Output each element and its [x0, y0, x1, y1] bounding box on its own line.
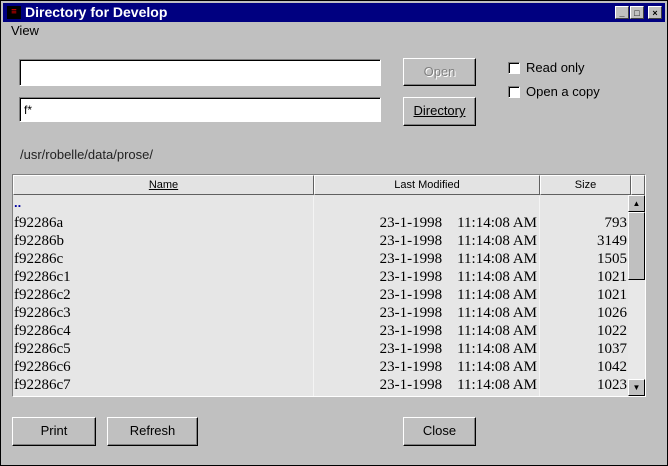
open-button[interactable]: Open — [403, 58, 476, 86]
file-name: f92286c6 — [14, 359, 71, 375]
close-button[interactable]: Close — [403, 417, 476, 446]
read-only-label: Read only — [526, 60, 585, 75]
close-window-button[interactable]: × — [648, 6, 662, 19]
file-modified: 23-1-1998 11:14:08 AM — [379, 323, 537, 339]
file-size: 1021 — [597, 287, 627, 303]
read-only-checkbox[interactable] — [508, 61, 520, 74]
menu-view[interactable]: View — [11, 23, 39, 38]
file-name: f92286c — [14, 251, 64, 267]
file-modified: 23-1-1998 11:14:08 AM — [379, 305, 537, 321]
column-header-spacer — [631, 175, 645, 195]
column-header-size[interactable]: Size — [540, 175, 631, 195]
vertical-scrollbar[interactable]: ▲ ▼ — [628, 195, 645, 396]
file-name: f92286a — [14, 215, 64, 231]
scroll-down-icon[interactable]: ▼ — [628, 379, 645, 396]
file-size: 1505 — [597, 251, 627, 267]
file-size: 3149 — [597, 233, 627, 249]
app-icon: ≡ — [7, 6, 21, 19]
table-row[interactable]: f92286c1 23-1-1998 11:14:08 AM 1021 — [13, 268, 629, 286]
file-size: 1023 — [597, 377, 627, 393]
column-header-name[interactable]: Name — [13, 175, 314, 195]
file-size: 1022 — [597, 323, 627, 339]
file-size: 1037 — [597, 341, 627, 357]
file-modified: 23-1-1998 11:14:08 AM — [379, 233, 537, 249]
file-name: .. — [14, 195, 22, 210]
file-name: f92286c7 — [14, 377, 71, 393]
table-row[interactable]: f92286b 23-1-1998 11:14:08 AM 3149 — [13, 232, 629, 250]
file-modified: 23-1-1998 11:14:08 AM — [379, 215, 537, 231]
menu-bar: View — [11, 23, 39, 38]
filename-input[interactable] — [19, 59, 381, 86]
directory-button[interactable]: Directory — [403, 97, 476, 126]
file-name: f92286b — [14, 233, 64, 249]
file-list[interactable]: Name Last Modified Size .. f92286a 23-1-… — [12, 174, 646, 397]
print-button[interactable]: Print — [12, 417, 96, 446]
file-modified: 23-1-1998 11:14:08 AM — [379, 341, 537, 357]
file-rows: .. f92286a 23-1-1998 11:14:08 AM 793 f92… — [13, 196, 629, 394]
window-title: Directory for Develop — [25, 4, 168, 20]
file-name: f92286c4 — [14, 323, 71, 339]
scroll-up-icon[interactable]: ▲ — [628, 195, 645, 212]
table-row[interactable]: f92286c 23-1-1998 11:14:08 AM 1505 — [13, 250, 629, 268]
file-name: f92286c2 — [14, 287, 71, 303]
maximize-button[interactable]: □ — [630, 6, 644, 19]
open-copy-label: Open a copy — [526, 84, 600, 99]
table-row[interactable]: f92286c5 23-1-1998 11:14:08 AM 1037 — [13, 340, 629, 358]
file-size: 793 — [604, 215, 628, 231]
file-size: 1042 — [597, 359, 627, 375]
scroll-thumb[interactable] — [628, 212, 645, 280]
minimize-button[interactable]: _ — [615, 6, 629, 19]
file-name: f92286c3 — [14, 305, 71, 321]
table-row[interactable]: f92286a 23-1-1998 11:14:08 AM 793 — [13, 214, 629, 232]
open-copy-checkbox[interactable] — [508, 85, 520, 98]
file-name: f92286c1 — [14, 269, 71, 285]
file-size: 1026 — [597, 305, 627, 321]
table-row[interactable]: f92286c2 23-1-1998 11:14:08 AM 1021 — [13, 286, 629, 304]
column-header-last-modified[interactable]: Last Modified — [314, 175, 540, 195]
current-path: /usr/robelle/data/prose/ — [20, 147, 153, 162]
refresh-button[interactable]: Refresh — [107, 417, 198, 446]
table-row[interactable]: f92286c4 23-1-1998 11:14:08 AM 1022 — [13, 322, 629, 340]
title-bar[interactable]: ≡ Directory for Develop _ □ × — [3, 3, 665, 22]
table-row[interactable]: f92286c7 23-1-1998 11:14:08 AM 1023 — [13, 376, 629, 394]
directory-window: ≡ Directory for Develop _ □ × View Open … — [0, 0, 668, 466]
file-modified: 23-1-1998 11:14:08 AM — [379, 377, 537, 393]
file-name: f92286c5 — [14, 341, 71, 357]
file-size: 1021 — [597, 269, 627, 285]
table-row[interactable]: f92286c6 23-1-1998 11:14:08 AM 1042 — [13, 358, 629, 376]
filter-input[interactable] — [19, 97, 381, 122]
read-only-option[interactable]: Read only — [508, 60, 585, 75]
open-copy-option[interactable]: Open a copy — [508, 84, 600, 99]
file-modified: 23-1-1998 11:14:08 AM — [379, 287, 537, 303]
file-modified: 23-1-1998 11:14:08 AM — [379, 359, 537, 375]
file-modified: 23-1-1998 11:14:08 AM — [379, 269, 537, 285]
table-row[interactable]: f92286c3 23-1-1998 11:14:08 AM 1026 — [13, 304, 629, 322]
file-modified: 23-1-1998 11:14:08 AM — [379, 251, 537, 267]
table-row-parent[interactable]: .. — [13, 196, 629, 214]
